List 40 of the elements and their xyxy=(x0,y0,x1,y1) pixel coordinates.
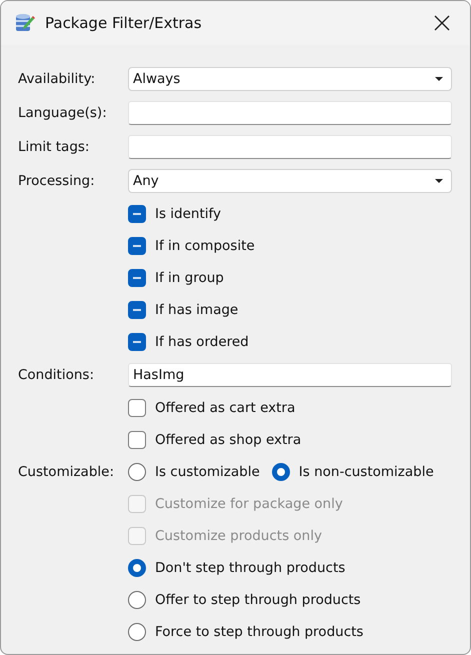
radio-button[interactable] xyxy=(128,463,146,481)
checkbox-label[interactable]: If in composite xyxy=(155,238,255,254)
radio-button[interactable] xyxy=(272,463,290,481)
radio-label[interactable]: Offer to step through products xyxy=(155,592,361,608)
dropdown[interactable]: Any xyxy=(128,169,452,193)
checkbox[interactable] xyxy=(128,333,146,351)
checkbox[interactable] xyxy=(128,399,146,417)
radio-label[interactable]: Don't step through products xyxy=(155,560,346,576)
caret-icon xyxy=(435,179,443,183)
radio-label[interactable]: Is non-customizable xyxy=(298,464,434,480)
checkbox[interactable] xyxy=(128,269,146,287)
checkbox[interactable] xyxy=(128,431,146,449)
checkbox-label[interactable]: Offered as cart extra xyxy=(155,400,296,416)
checkbox[interactable] xyxy=(128,301,146,319)
radio-button[interactable] xyxy=(128,591,146,609)
field-label: Conditions: xyxy=(18,367,94,383)
field-label: Limit tags: xyxy=(18,139,90,155)
dropdown[interactable]: Always xyxy=(128,67,452,91)
caret-icon xyxy=(435,77,443,81)
checkbox[interactable] xyxy=(128,237,146,255)
input-field[interactable] xyxy=(128,135,452,159)
window-title: Package Filter/Extras xyxy=(45,14,203,32)
field-label: Language(s): xyxy=(18,105,107,121)
checkbox-label[interactable]: If has image xyxy=(155,302,238,318)
field-label: Availability: xyxy=(18,71,96,87)
close-icon[interactable] xyxy=(434,15,450,31)
field-label: Processing: xyxy=(18,173,95,189)
database-pencil-icon xyxy=(15,13,35,33)
checkbox-label[interactable]: If has ordered xyxy=(155,334,249,350)
input-field[interactable] xyxy=(128,101,452,125)
radio-label[interactable]: Force to step through products xyxy=(155,624,364,640)
field-label: Customizable: xyxy=(18,464,114,480)
radio-button[interactable] xyxy=(128,559,146,577)
checkbox-label[interactable]: If in group xyxy=(155,270,224,286)
radio-button[interactable] xyxy=(128,623,146,641)
radio-label[interactable]: Is customizable xyxy=(155,464,260,480)
checkbox-label[interactable]: Is identify xyxy=(155,206,222,222)
input-field[interactable]: HasImg xyxy=(128,363,452,387)
checkbox[interactable] xyxy=(128,205,146,223)
checkbox-label[interactable]: Offered as shop extra xyxy=(155,432,302,448)
